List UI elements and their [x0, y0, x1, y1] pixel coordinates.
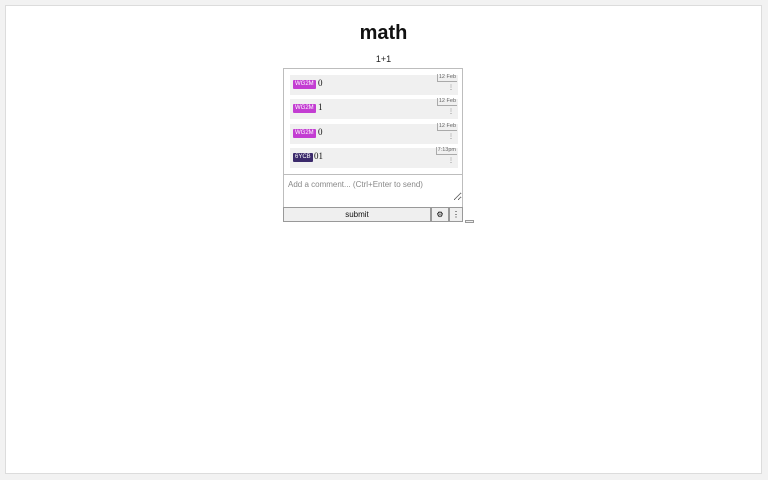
comment-menu-icon[interactable]: ⋮	[448, 108, 454, 115]
comment-item: WG2M 1 12 Feb ⋮	[290, 98, 458, 119]
user-badge[interactable]: WG2M	[293, 80, 316, 89]
comment-timestamp: 12 Feb	[436, 123, 457, 131]
comment-menu-icon[interactable]: ⋮	[448, 157, 454, 164]
settings-icon[interactable]: ⚙	[431, 207, 449, 222]
comment-timestamp: 12 Feb	[436, 74, 457, 82]
page-subtitle: 1+1	[375, 54, 392, 64]
user-badge[interactable]: WG2M	[293, 104, 316, 113]
user-badge[interactable]: WG2M	[293, 129, 316, 138]
comment-item: 6YCB 01 7:13pm ⋮	[290, 147, 458, 168]
comment-input[interactable]	[284, 174, 462, 201]
submit-button[interactable]: submit	[283, 207, 431, 222]
resize-handle[interactable]	[465, 220, 474, 223]
comment-text: 01	[314, 151, 323, 161]
user-badge[interactable]: 6YCB	[293, 153, 313, 162]
comment-item: WG2M 0 12 Feb ⋮	[290, 123, 458, 144]
comment-text: 1	[318, 102, 323, 112]
page-title: math	[359, 22, 408, 44]
comment-panel: WG2M 0 12 Feb ⋮ WG2M 1 12 Feb ⋮ WG2M 0 1…	[283, 68, 463, 218]
comment-menu-icon[interactable]: ⋮	[448, 133, 454, 140]
comment-item: WG2M 0 12 Feb ⋮	[290, 74, 458, 95]
comment-menu-icon[interactable]: ⋮	[448, 84, 454, 91]
comment-timestamp: 7:13pm	[435, 147, 457, 155]
comment-timestamp: 12 Feb	[436, 98, 457, 106]
comment-text: 0	[318, 127, 323, 137]
more-options-icon[interactable]: ⋮	[449, 207, 463, 222]
comment-text: 0	[318, 78, 323, 88]
